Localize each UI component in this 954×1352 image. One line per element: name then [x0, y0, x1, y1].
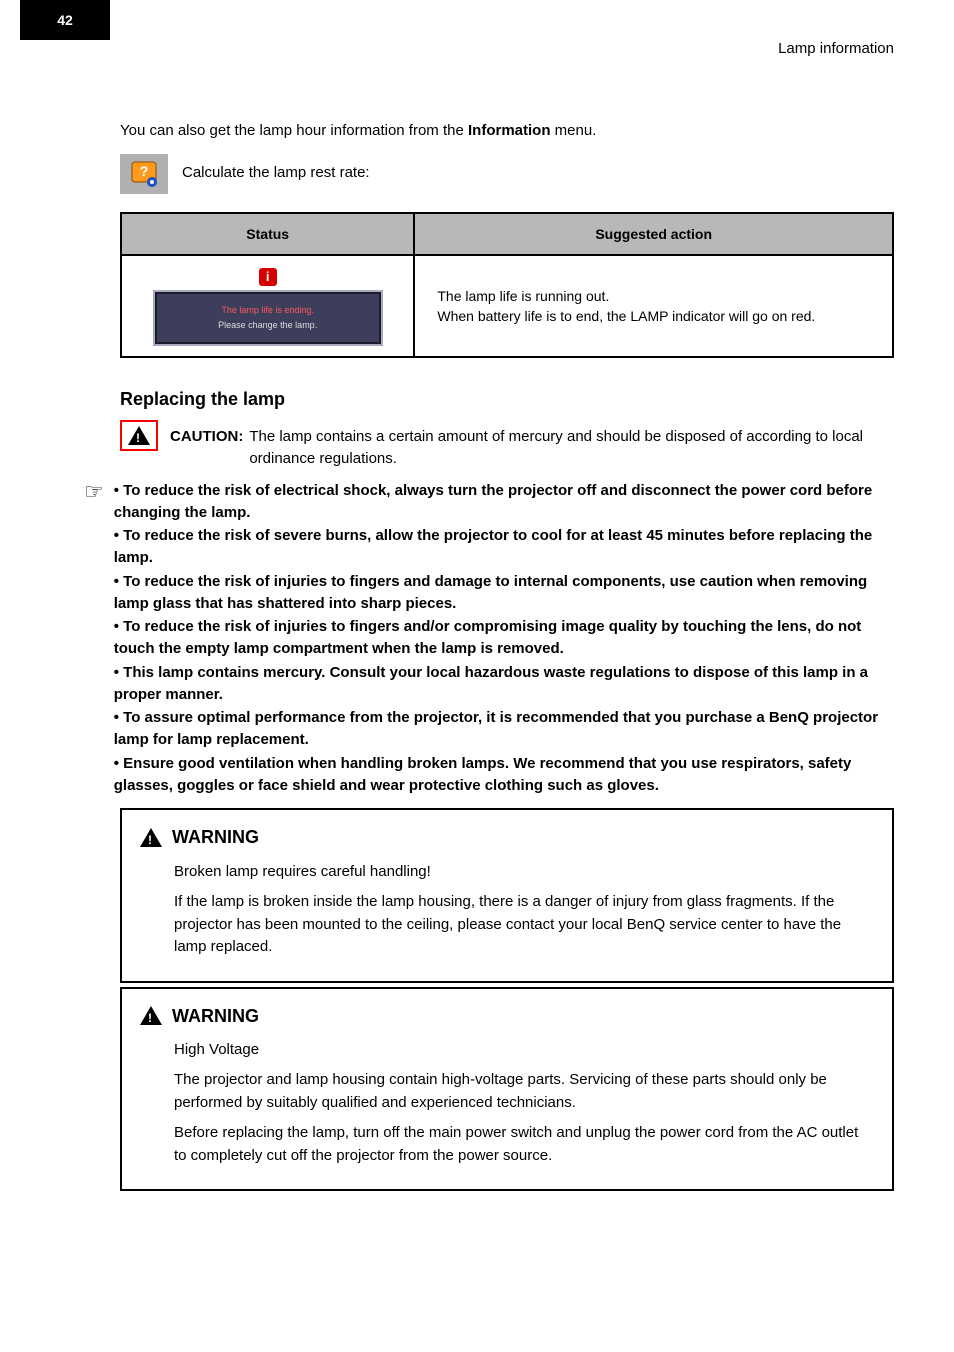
- pointing-hand-icon: ☞: [84, 480, 104, 504]
- warning1-p2: If the lamp is broken inside the lamp ho…: [174, 891, 874, 959]
- caution-icon: [120, 420, 158, 451]
- section-heading-replace-lamp: Replacing the lamp: [120, 386, 894, 412]
- warning-icon: [140, 828, 162, 847]
- bullet-item: • To reduce the risk of injuries to fing…: [114, 571, 894, 615]
- calc-lamp-rate-text: Calculate the lamp rest rate:: [182, 154, 370, 184]
- bullet-item: • This lamp contains mercury. Consult yo…: [114, 662, 894, 706]
- th-status: Status: [121, 213, 414, 255]
- caution-label: CAUTION:: [170, 420, 243, 448]
- intro-text-2: menu.: [551, 122, 597, 139]
- bullet-item: • To reduce the risk of electrical shock…: [114, 480, 894, 524]
- page-number: 42: [20, 0, 110, 40]
- osd-warning-screenshot: i The lamp life is ending. Please change…: [153, 266, 383, 347]
- warning2-p3: Before replacing the lamp, turn off the …: [174, 1122, 874, 1167]
- page-header-title: Lamp information: [60, 38, 894, 60]
- warning1-p1: Broken lamp requires careful handling!: [174, 861, 874, 884]
- bullet-item: • To reduce the risk of injuries to fing…: [114, 616, 894, 660]
- intro-paragraph: You can also get the lamp hour informati…: [120, 120, 894, 142]
- help-icon: ?: [120, 154, 168, 194]
- osd-line-2: Please change the lamp.: [163, 319, 373, 332]
- bullet-item: • To assure optimal performance from the…: [114, 707, 894, 751]
- warning-icon: [140, 1006, 162, 1025]
- osd-line-1: The lamp life is ending.: [163, 304, 373, 317]
- bullet-item: • Ensure good ventilation when handling …: [114, 753, 894, 797]
- intro-text-1: You can also get the lamp hour informati…: [120, 122, 464, 139]
- caution-text: The lamp contains a certain amount of me…: [249, 420, 894, 470]
- status-cell: i The lamp life is ending. Please change…: [121, 255, 414, 358]
- svg-text:?: ?: [140, 163, 149, 179]
- action-cell: The lamp life is running out. When batte…: [414, 255, 893, 358]
- bullet-list: • To reduce the risk of electrical shock…: [114, 480, 894, 799]
- warning-box-1: WARNING Broken lamp requires careful han…: [120, 808, 894, 982]
- warning-label: WARNING: [172, 1003, 259, 1029]
- th-action: Suggested action: [414, 213, 893, 255]
- bullet-item: • To reduce the risk of severe burns, al…: [114, 525, 894, 569]
- alert-icon: i: [259, 268, 277, 286]
- warning2-p2: The projector and lamp housing contain h…: [174, 1069, 874, 1114]
- warning-box-2: WARNING High Voltage The projector and l…: [120, 987, 894, 1192]
- warning2-p1: High Voltage: [174, 1039, 874, 1062]
- warning-label: WARNING: [172, 824, 259, 850]
- status-table: Status Suggested action i The lamp life …: [120, 212, 894, 359]
- table-row: i The lamp life is ending. Please change…: [121, 255, 893, 358]
- intro-bold: Information: [464, 122, 551, 139]
